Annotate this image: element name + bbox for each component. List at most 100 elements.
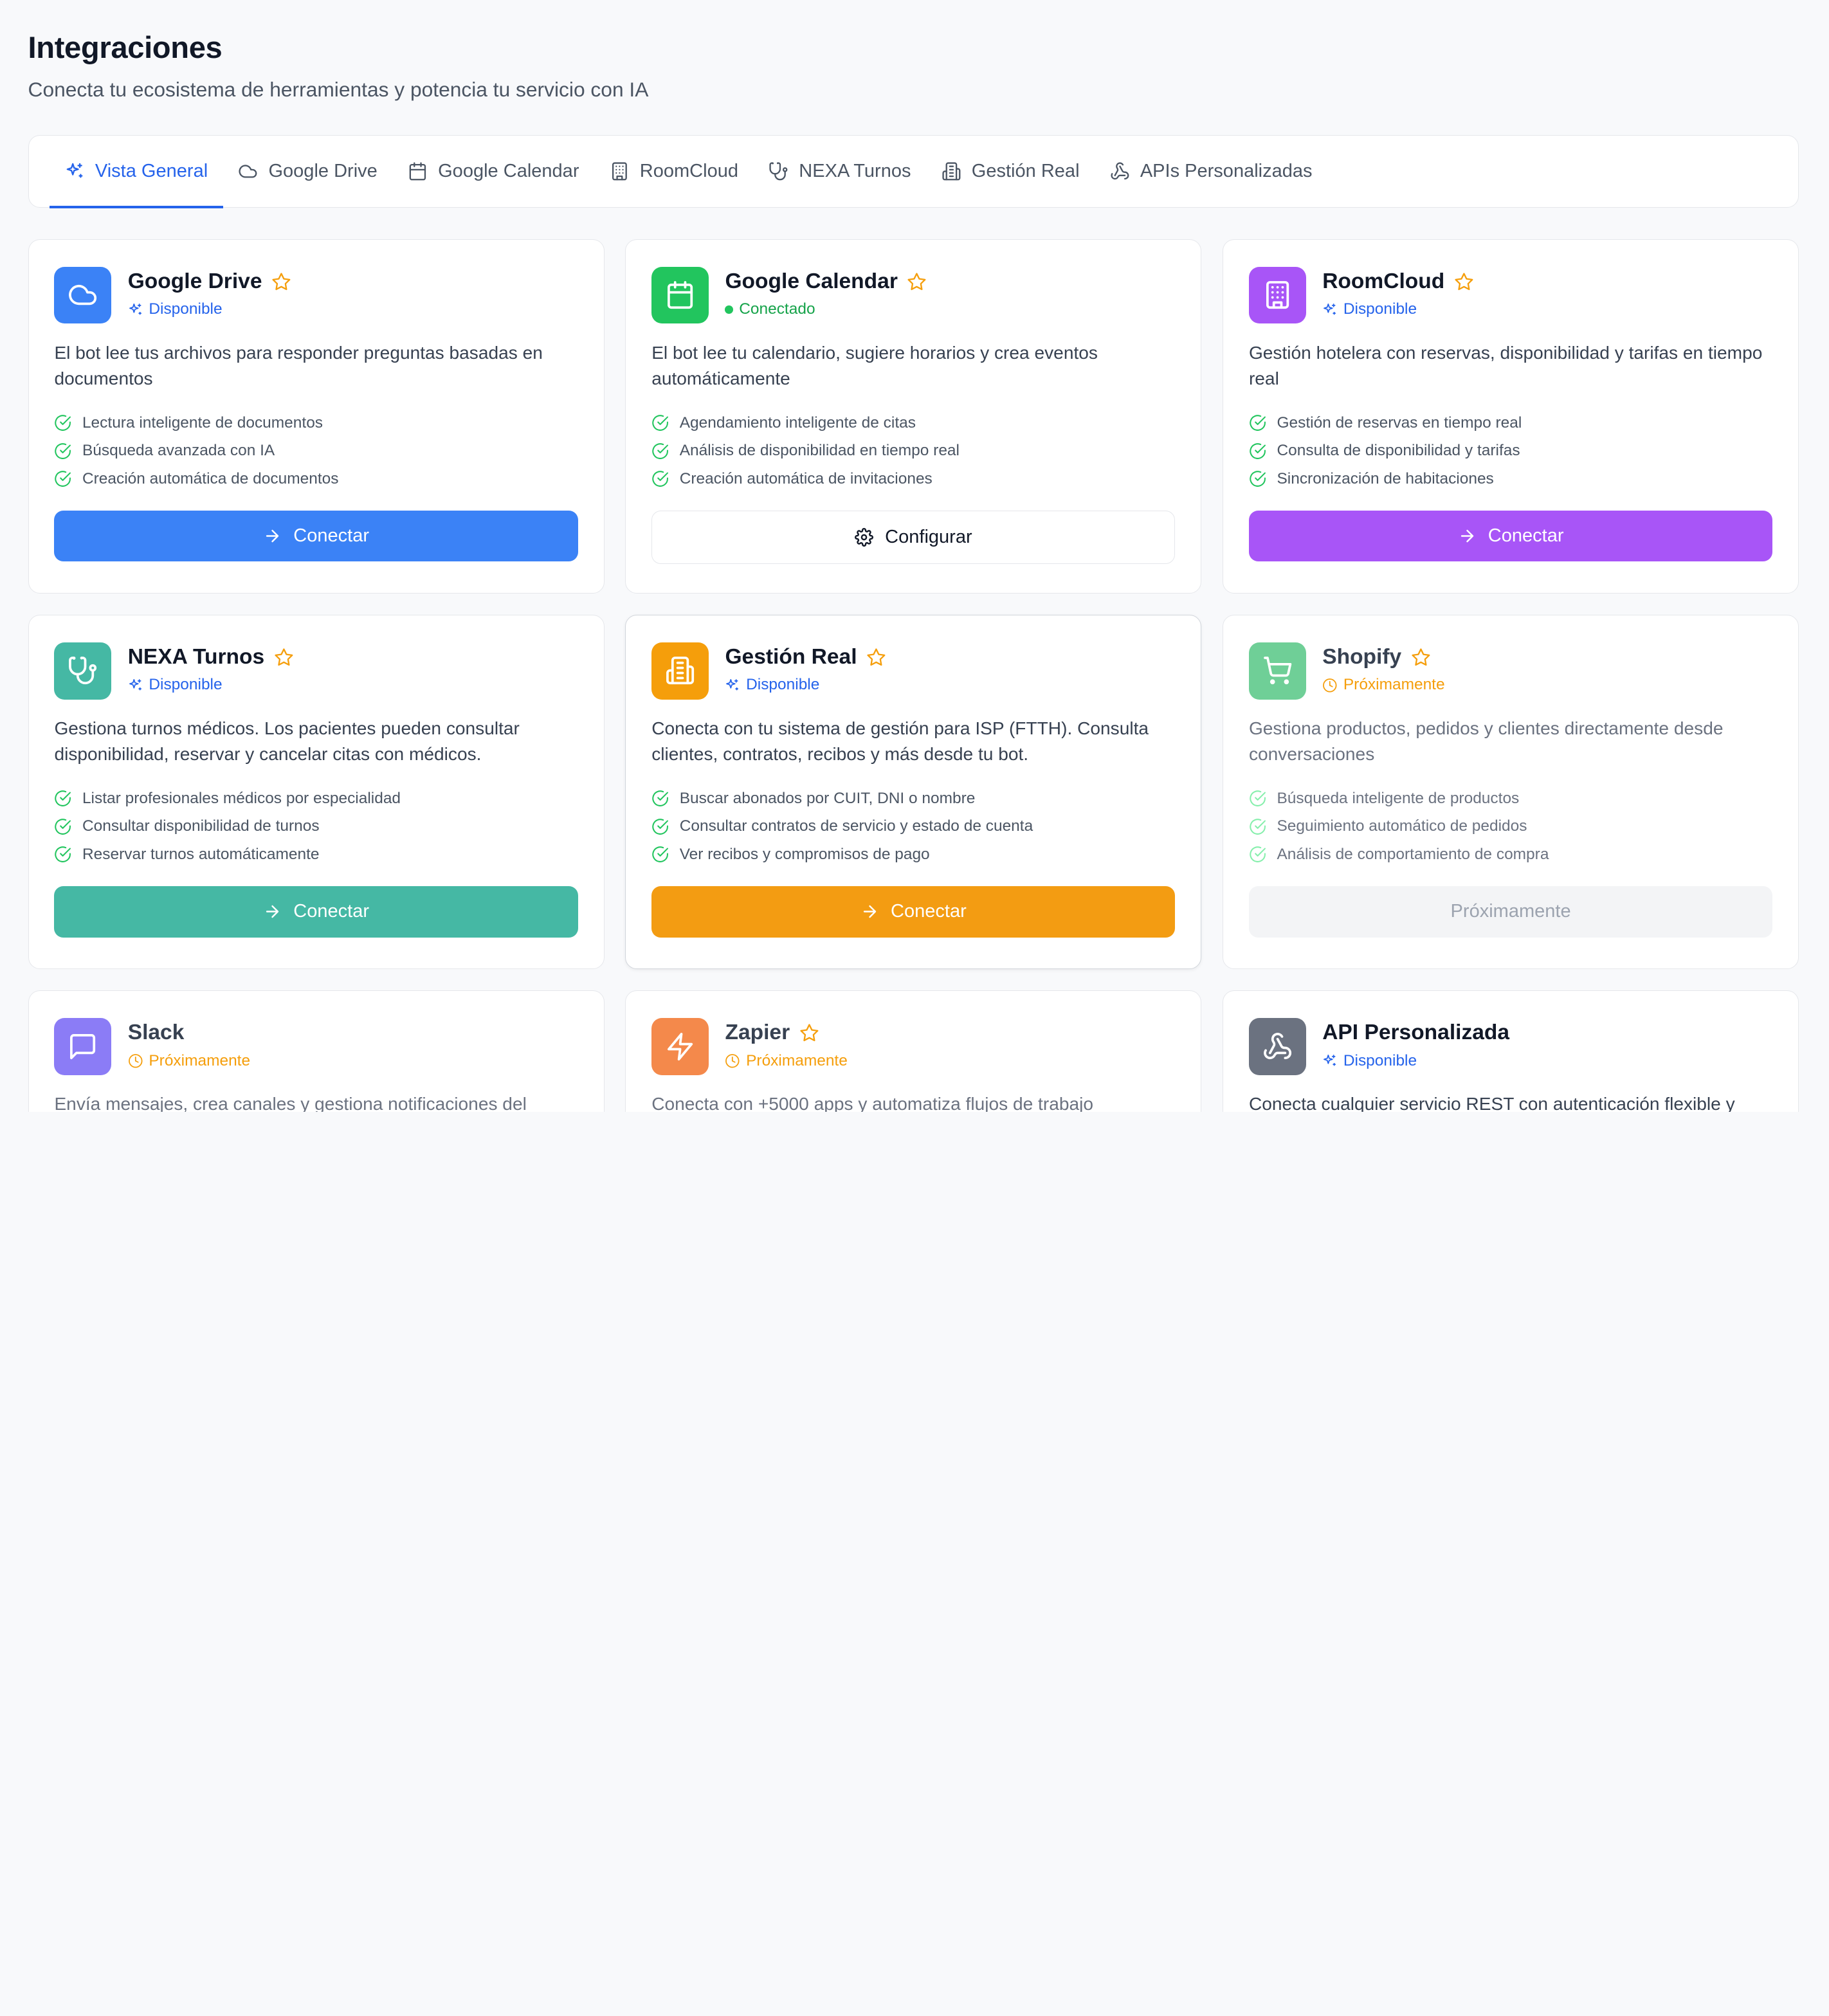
feature-text: Consulta de disponibilidad y tarifas <box>1277 442 1520 460</box>
feature-text: Análisis de comportamiento de compra <box>1277 845 1549 863</box>
check-circle-icon <box>1250 442 1266 459</box>
building-icon <box>612 162 627 181</box>
page-title: Integraciones <box>28 30 223 65</box>
check-circle-icon <box>55 846 71 863</box>
gear-icon <box>855 527 873 547</box>
feature-list: Agendamiento inteligente de citas Anális… <box>651 409 1175 493</box>
connect-button[interactable]: Conectar <box>651 885 1176 938</box>
zap-icon <box>668 1032 693 1060</box>
feature-list: Búsqueda inteligente de productos Seguim… <box>1249 785 1772 869</box>
feature-list: Buscar abonados por CUIT, DNI o nombre C… <box>651 785 1175 869</box>
feature-item: Consultar disponibilidad de turnos <box>54 812 578 840</box>
feature-text: Ver recibos y compromisos de pago <box>679 845 930 863</box>
star-icon <box>867 648 886 666</box>
tab-label: Google Calendar <box>438 161 579 182</box>
card-description: Conecta con +5000 apps y automatiza fluj… <box>651 1093 1093 1112</box>
check-circle-icon <box>55 471 71 487</box>
feature-item: Seguimiento automático de pedidos <box>1249 812 1772 840</box>
clock-icon <box>128 1054 143 1068</box>
status-badge: Conectado <box>725 299 927 320</box>
feature-text: Gestión de reservas en tiempo real <box>1277 413 1522 431</box>
button-label: Conectar <box>293 901 370 922</box>
tab-nexa-turnos[interactable]: NEXA Turnos <box>754 136 926 206</box>
status-text: Próximamente <box>746 1051 848 1069</box>
configure-button[interactable]: Configurar <box>651 510 1176 565</box>
office-building-icon <box>942 162 961 181</box>
status-text: Próximamente <box>149 1051 251 1069</box>
feature-list: Listar profesionales médicos por especia… <box>54 785 578 869</box>
feature-text: Agendamiento inteligente de citas <box>679 413 916 431</box>
status-badge: Disponible <box>128 675 294 696</box>
card-description: Gestiona productos, pedidos y clientes d… <box>1248 718 1724 764</box>
status-text: Disponible <box>149 300 223 318</box>
status-badge: Próximamente <box>128 1051 250 1072</box>
tab-roomcloud[interactable]: RoomCloud <box>594 136 754 206</box>
status-text: Próximamente <box>1343 676 1445 694</box>
feature-item: Análisis de disponibilidad en tiempo rea… <box>651 437 1175 465</box>
tab-vista-general[interactable]: Vista General <box>50 136 223 208</box>
check-circle-icon <box>55 790 71 806</box>
integration-logo <box>54 266 112 324</box>
integration-card-api-personalizada: API Personalizada Disponible Conecta cua… <box>1223 990 1799 1112</box>
tab-label: APIs Personalizadas <box>1140 161 1313 182</box>
tab-bar: Vista General Google Drive Google Calend… <box>28 135 1799 208</box>
webhook-icon <box>1263 1032 1291 1059</box>
integration-card-nexa-turnos: NEXA Turnos Disponible Gestiona turnos m… <box>28 614 605 970</box>
page-subtitle: Conecta tu ecosistema de herramientas y … <box>28 77 649 101</box>
star-icon <box>1412 648 1430 666</box>
connect-button[interactable]: Conectar <box>1248 510 1773 562</box>
feature-text: Creación automática de invitaciones <box>679 469 933 487</box>
clock-icon <box>725 1054 740 1068</box>
feature-item: Gestión de reservas en tiempo real <box>1249 409 1772 437</box>
arrow-right-icon <box>266 905 279 918</box>
star-icon <box>907 273 926 290</box>
integration-logo <box>1248 266 1306 324</box>
integration-logo <box>651 642 709 700</box>
feature-item: Buscar abonados por CUIT, DNI o nombre <box>651 785 1175 813</box>
check-circle-icon <box>1250 790 1266 806</box>
card-description: Conecta con tu sistema de gestión para I… <box>651 718 1149 764</box>
integration-card-zapier: Zapier Próximamente Conecta con +5000 ap… <box>625 990 1202 1112</box>
feature-item: Consulta de disponibilidad y tarifas <box>1249 437 1772 465</box>
star-icon <box>275 648 293 666</box>
card-description: Envía mensajes, crea canales y gestiona … <box>54 1093 527 1112</box>
star-icon <box>272 273 291 290</box>
check-circle-icon <box>55 442 71 459</box>
card-title: Slack <box>127 1021 185 1045</box>
check-circle-icon <box>652 846 669 863</box>
card-description: El bot lee tu calendario, sugiere horari… <box>651 342 1098 388</box>
sparkles-icon <box>129 303 141 315</box>
sparkles-icon <box>129 679 141 691</box>
check-circle-icon <box>1250 471 1266 487</box>
connect-button[interactable]: Conectar <box>54 510 578 562</box>
feature-text: Búsqueda inteligente de productos <box>1277 789 1520 807</box>
check-circle-icon <box>55 818 71 835</box>
arrow-right-icon <box>266 529 279 543</box>
card-title: Shopify <box>1322 645 1402 669</box>
button-label: Conectar <box>891 901 967 922</box>
tab-google-drive[interactable]: Google Drive <box>223 136 393 206</box>
tab-apis-personalizadas[interactable]: APIs Personalizadas <box>1095 136 1327 206</box>
cloud-icon <box>69 285 97 305</box>
tab-google-calendar[interactable]: Google Calendar <box>392 136 594 206</box>
cart-icon <box>1263 657 1292 685</box>
tab-label: Gestión Real <box>971 161 1080 182</box>
status-text: Disponible <box>149 676 223 694</box>
stethoscope-icon <box>69 657 97 685</box>
integration-logo <box>1248 642 1306 700</box>
feature-text: Búsqueda avanzada con IA <box>82 442 275 460</box>
feature-list: Gestión de reservas en tiempo real Consu… <box>1249 409 1772 493</box>
integration-card-roomcloud: RoomCloud Disponible Gestión hotelera co… <box>1223 239 1799 594</box>
tab-gestion-real[interactable]: Gestión Real <box>926 136 1095 206</box>
feature-item: Ver recibos y compromisos de pago <box>651 840 1175 869</box>
feature-item: Búsqueda avanzada con IA <box>54 437 578 465</box>
feature-list: Lectura inteligente de documentos Búsque… <box>54 409 578 493</box>
arrow-right-icon <box>1460 529 1473 543</box>
status-text: Disponible <box>1343 1051 1417 1069</box>
connect-button[interactable]: Conectar <box>54 885 578 938</box>
card-title: NEXA Turnos <box>127 645 265 669</box>
integration-card-google-calendar: Google Calendar Conectado El bot lee tu … <box>625 239 1202 594</box>
button-label: Conectar <box>293 525 370 547</box>
sparkles-icon <box>726 679 739 691</box>
message-square-icon <box>70 1033 96 1059</box>
